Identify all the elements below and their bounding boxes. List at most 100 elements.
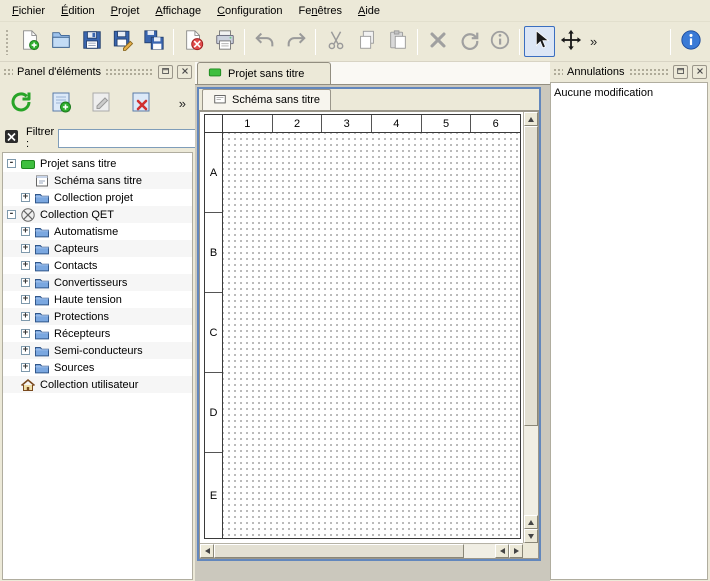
save-all-button[interactable] [138,26,169,57]
tree-expander[interactable]: + [21,295,30,304]
tree-expander[interactable]: + [21,193,30,202]
vertical-scrollbar[interactable] [523,112,538,543]
undo-empty-item[interactable]: Aucune modification [554,85,704,101]
tree-item-schema-sans-titre[interactable]: Schéma sans titre [3,172,192,189]
tree-expander[interactable]: + [21,346,30,355]
tree-item-convertisseurs[interactable]: + Convertisseurs [3,274,192,291]
save-as-button[interactable] [107,26,138,57]
project-tab[interactable]: Projet sans titre [197,62,331,84]
tree-expander[interactable]: + [21,329,30,338]
new-document-button[interactable] [14,26,45,57]
tree-item-collection-utilisateur[interactable]: Collection utilisateur [3,376,192,393]
menu-item-label: dition [68,5,94,17]
toolbar-separator [519,29,520,55]
pan-mode-button[interactable] [555,26,586,57]
tree-item-collection-projet[interactable]: + Collection projet [3,189,192,206]
scroll-down-button[interactable] [524,529,538,543]
close-panel-button[interactable] [692,65,707,79]
paste-button[interactable] [382,26,413,57]
dock-grip[interactable] [3,68,13,76]
toolbar-grip[interactable] [5,29,10,55]
menu-item-aide[interactable]: Aide [350,0,388,21]
tree-expander[interactable]: + [21,227,30,236]
vertical-scrollbar-track[interactable] [524,426,538,515]
redo-button[interactable] [280,26,311,57]
arrow-down-icon [528,534,534,539]
copy-button[interactable] [351,26,382,57]
close-document-button[interactable] [178,26,209,57]
tree-item-sources[interactable]: + Sources [3,359,192,376]
clear-filter-button[interactable] [4,128,22,149]
menu-item-fichier[interactable]: Fichier [4,0,53,21]
rotate-button[interactable] [453,26,484,57]
horizontal-scrollbar-thumb[interactable] [214,544,464,558]
tree-expander[interactable]: + [21,244,30,253]
tree-expander[interactable]: + [21,278,30,287]
diagram-scroll-area[interactable]: 1 2 3 4 5 6 A B C D [200,112,523,543]
delete-button[interactable] [422,26,453,57]
cut-button[interactable] [320,26,351,57]
menu-item-label: ffichage [163,5,201,17]
refresh-icon [9,90,33,117]
tree-item-protections[interactable]: + Protections [3,308,192,325]
new-element-button[interactable] [45,87,76,119]
tree-expander[interactable]: + [21,312,30,321]
tree-item-label: Collection utilisateur [40,379,138,391]
close-panel-button[interactable] [177,65,192,79]
scroll-up-button[interactable] [524,515,538,529]
tree-item-recepteurs[interactable]: + Récepteurs [3,325,192,342]
elements-panel-title-bar[interactable]: Panel d'éléments [0,62,195,82]
row-label: C [205,293,222,373]
vertical-scrollbar-thumb[interactable] [524,126,538,426]
tree-item-projet-sans-titre[interactable]: - Projet sans titre [3,155,192,172]
undo-button[interactable] [249,26,280,57]
workspace: Panel d'éléments » Filtrer : - Projet sa… [0,62,710,581]
horizontal-scrollbar[interactable] [200,543,523,558]
toolbar-overflow-button[interactable]: » [586,34,601,49]
tree-item-semi-conducteurs[interactable]: + Semi-conducteurs [3,342,192,359]
tree-item-contacts[interactable]: + Contacts [3,257,192,274]
column-ruler: 1 2 3 4 5 6 [223,115,520,133]
scroll-left-button[interactable] [200,544,214,558]
undo-panel-title-bar[interactable]: Annulations [550,62,710,82]
project-icon [208,65,222,82]
horizontal-scrollbar-track[interactable] [464,544,495,558]
float-panel-button[interactable] [158,65,173,79]
open-document-button[interactable] [45,26,76,57]
element-info-button[interactable] [484,26,515,57]
dock-grip[interactable] [105,68,154,76]
edit-element-button[interactable] [85,87,116,119]
toolbar-separator [670,29,671,55]
menu-item-edition[interactable]: Édition [53,0,103,21]
reload-collections-button[interactable] [5,87,36,119]
scroll-up-button[interactable] [524,112,538,126]
scroll-left-button[interactable] [495,544,509,558]
menu-item-configuration[interactable]: Configuration [209,0,290,21]
tree-item-label: Projet sans titre [40,158,116,170]
row-label: B [205,213,222,293]
tree-expander[interactable]: - [7,159,16,168]
tree-expander[interactable]: - [7,210,16,219]
diagram-canvas[interactable] [223,133,520,538]
float-panel-button[interactable] [673,65,688,79]
tree-item-collection-qet[interactable]: - Collection QET [3,206,192,223]
dock-grip[interactable] [553,68,563,76]
menu-item-fenetres[interactable]: Fenêtres [291,0,350,21]
about-button[interactable] [675,26,706,57]
tree-expander[interactable]: + [21,363,30,372]
panel-overflow-button[interactable]: » [175,96,190,111]
schema-tab[interactable]: Schéma sans titre [202,89,331,110]
menu-item-projet[interactable]: Projet [103,0,148,21]
print-button[interactable] [209,26,240,57]
tree-item-automatisme[interactable]: + Automatisme [3,223,192,240]
filter-input[interactable] [58,129,208,148]
tree-item-capteurs[interactable]: + Capteurs [3,240,192,257]
delete-element-button[interactable] [126,87,157,119]
select-mode-button[interactable] [524,26,555,57]
save-button[interactable] [76,26,107,57]
scroll-right-button[interactable] [509,544,523,558]
tree-item-haute-tension[interactable]: + Haute tension [3,291,192,308]
dock-grip[interactable] [629,68,670,76]
menu-item-affichage[interactable]: Affichage [147,0,209,21]
tree-expander[interactable]: + [21,261,30,270]
